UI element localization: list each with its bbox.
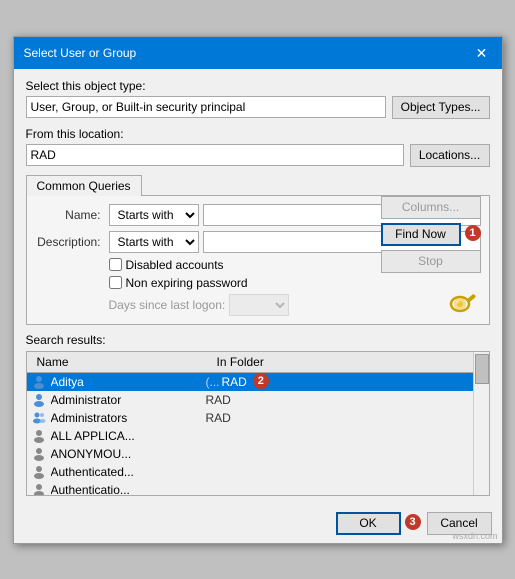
- non-expiring-label: Non expiring password: [126, 276, 248, 290]
- days-select: [229, 294, 289, 316]
- common-queries-group: Common Queries Name: Starts with Descrip…: [26, 175, 490, 325]
- search-results-section: Search results: Name In Folder: [26, 333, 490, 496]
- ok-button-wrap: OK 3: [336, 512, 421, 535]
- object-type-row: Object Types...: [26, 96, 490, 119]
- table-row[interactable]: Administrator RAD: [27, 391, 473, 409]
- name-column-header: Name: [31, 354, 211, 370]
- ok-button[interactable]: OK: [336, 512, 401, 535]
- special-icon: [31, 428, 47, 444]
- bottom-bar: OK 3 Cancel: [14, 506, 502, 543]
- row-name: Authenticatio...: [51, 483, 206, 495]
- locations-button[interactable]: Locations...: [410, 144, 490, 167]
- description-label: Description:: [35, 235, 105, 249]
- row-name: Aditya: [51, 375, 206, 389]
- row-name: Administrator: [51, 393, 206, 407]
- special-icon: [31, 482, 47, 495]
- table-row[interactable]: ANONYMOU...: [27, 445, 473, 463]
- result-badge: 2: [253, 373, 269, 389]
- table-row[interactable]: Administrators RAD: [27, 409, 473, 427]
- days-label: Days since last logon:: [109, 298, 226, 312]
- name-starts-with-select[interactable]: Starts with: [109, 204, 199, 226]
- scroll-thumb[interactable]: [475, 354, 489, 384]
- results-list: Name In Folder Aditya (...: [27, 352, 473, 495]
- results-container: Name In Folder Aditya (...: [26, 351, 490, 496]
- disabled-accounts-label: Disabled accounts: [126, 258, 224, 272]
- scrollbar[interactable]: [473, 352, 489, 495]
- row-name: Administrators: [51, 411, 206, 425]
- user-icon: [31, 374, 47, 390]
- object-type-label: Select this object type:: [26, 79, 490, 93]
- location-input[interactable]: [26, 144, 404, 166]
- folder-column-header: In Folder: [211, 354, 331, 370]
- queries-content: Name: Starts with Description: Starts wi…: [26, 195, 490, 325]
- stop-button[interactable]: Stop: [381, 250, 481, 273]
- disabled-accounts-checkbox[interactable]: [109, 258, 122, 271]
- table-row[interactable]: Authenticated...: [27, 463, 473, 481]
- title-bar: Select User or Group ✕: [14, 37, 502, 69]
- special-icon: [31, 446, 47, 462]
- user-icon: [31, 392, 47, 408]
- location-label: From this location:: [26, 127, 490, 141]
- object-types-button[interactable]: Object Types...: [392, 96, 490, 119]
- right-buttons: Columns... Find Now 1 Stop: [381, 196, 481, 321]
- find-now-badge: 1: [465, 225, 481, 241]
- search-results-label: Search results:: [26, 333, 106, 347]
- row-name: ANONYMOU...: [51, 447, 206, 461]
- ok-badge: 3: [405, 514, 421, 530]
- results-header: Name In Folder: [27, 352, 473, 373]
- select-user-dialog: Select User or Group ✕ Select this objec…: [13, 36, 503, 544]
- non-expiring-checkbox[interactable]: [109, 276, 122, 289]
- special-icon: [31, 464, 47, 480]
- row-name: ALL APPLICA...: [51, 429, 206, 443]
- name-label: Name:: [35, 208, 105, 222]
- table-row[interactable]: Aditya (... RAD 2: [27, 373, 473, 391]
- object-type-input[interactable]: [26, 96, 386, 118]
- common-queries-tab[interactable]: Common Queries: [26, 175, 142, 196]
- location-row: Locations...: [26, 144, 490, 167]
- group-icon: [31, 410, 47, 426]
- find-now-button[interactable]: Find Now: [381, 223, 461, 246]
- row-name: Authenticated...: [51, 465, 206, 479]
- description-starts-with-select[interactable]: Starts with: [109, 231, 199, 253]
- search-icon: [445, 285, 481, 321]
- dialog-body: Select this object type: Object Types...…: [14, 69, 502, 506]
- dialog-title: Select User or Group: [24, 46, 137, 60]
- table-row[interactable]: Authenticatio...: [27, 481, 473, 495]
- watermark: wsxdn.com: [452, 531, 497, 541]
- row-folder: RAD: [206, 411, 231, 425]
- row-folder: RAD: [206, 393, 231, 407]
- table-row[interactable]: ALL APPLICA...: [27, 427, 473, 445]
- close-button[interactable]: ✕: [472, 43, 492, 63]
- columns-button[interactable]: Columns...: [381, 196, 481, 219]
- row-folder: (... RAD: [206, 375, 247, 389]
